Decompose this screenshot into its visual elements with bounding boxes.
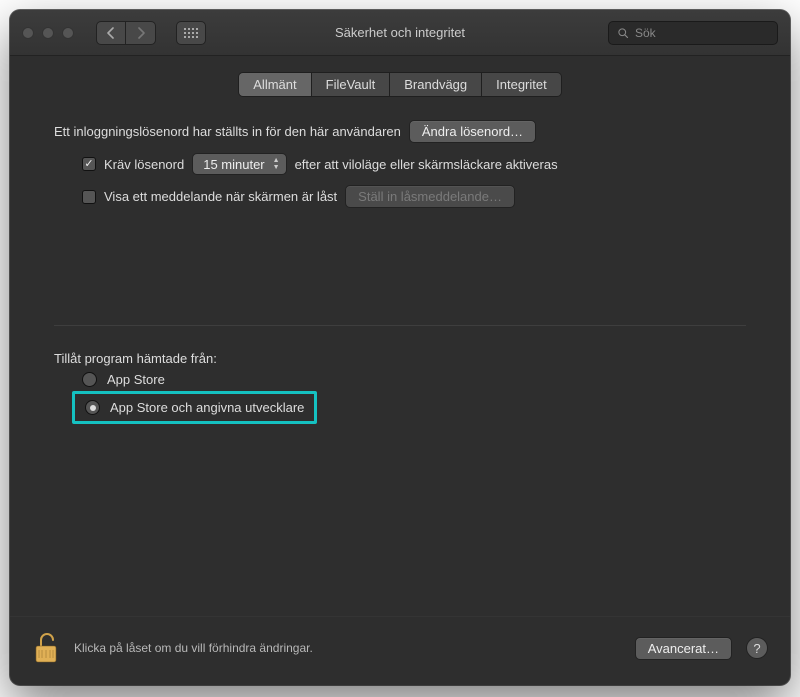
show-all-button[interactable]: [176, 21, 206, 45]
show-message-label: Visa ett meddelande när skärmen är låst: [104, 189, 337, 204]
search-icon: [617, 27, 629, 39]
require-password-checkbox[interactable]: [82, 157, 96, 171]
vspace: [54, 213, 746, 293]
minimize-window-button[interactable]: [42, 27, 54, 39]
require-password-delay-value: 15 minuter: [203, 157, 264, 172]
tab-firewall[interactable]: Brandvägg: [390, 73, 482, 96]
allow-apps-heading: Tillåt program hämtade från:: [54, 351, 217, 366]
search-input[interactable]: [635, 26, 769, 40]
zoom-window-button[interactable]: [62, 27, 74, 39]
titlebar: Säkerhet och integritet: [10, 10, 790, 56]
footer: Klicka på låset om du vill förhindra änd…: [10, 616, 790, 685]
require-password-delay-select[interactable]: 15 minuter ▲▼: [192, 153, 286, 175]
close-window-button[interactable]: [22, 27, 34, 39]
content-area: Allmänt FileVault Brandvägg Integritet E…: [10, 56, 790, 685]
radio-row-appstore: App Store: [54, 368, 746, 391]
tab-general[interactable]: Allmänt: [239, 73, 311, 96]
tab-privacy[interactable]: Integritet: [482, 73, 561, 96]
password-set-row: Ett inloggningslösenord har ställts in f…: [54, 115, 746, 148]
require-password-row: Kräv lösenord 15 minuter ▲▼ efter att vi…: [54, 148, 746, 180]
unlocked-padlock-icon: [32, 631, 60, 665]
show-message-row: Visa ett meddelande när skärmen är låst …: [54, 180, 746, 213]
general-section: Ett inloggningslösenord har ställts in f…: [10, 109, 790, 434]
highlighted-option: App Store och angivna utvecklare: [72, 391, 317, 424]
updown-icon: ▲▼: [273, 158, 280, 171]
radio-identified-label: App Store och angivna utvecklare: [110, 400, 304, 415]
require-password-label: Kräv lösenord: [104, 157, 184, 172]
tabs-row: Allmänt FileVault Brandvägg Integritet: [10, 56, 790, 109]
divider: [54, 325, 746, 326]
nav-buttons: [96, 21, 156, 45]
forward-button[interactable]: [126, 21, 156, 45]
radio-identified-developers[interactable]: [85, 400, 100, 415]
set-lock-message-button[interactable]: Ställ in låsmeddelande…: [345, 185, 515, 208]
tab-segmented-control: Allmänt FileVault Brandvägg Integritet: [238, 72, 561, 97]
traffic-lights: [22, 27, 74, 39]
radio-appstore[interactable]: [82, 372, 97, 387]
chevron-right-icon: [136, 27, 146, 39]
chevron-left-icon: [106, 27, 116, 39]
lock-hint-text: Klicka på låset om du vill förhindra änd…: [74, 641, 313, 655]
preferences-window: Säkerhet och integritet Allmänt FileVaul…: [10, 10, 790, 685]
radio-appstore-label: App Store: [107, 372, 165, 387]
password-set-text: Ett inloggningslösenord har ställts in f…: [54, 124, 401, 139]
change-password-button[interactable]: Ändra lösenord…: [409, 120, 536, 143]
allow-apps-heading-row: Tillåt program hämtade från:: [54, 346, 746, 368]
show-message-checkbox[interactable]: [82, 190, 96, 204]
back-button[interactable]: [96, 21, 126, 45]
lock-button[interactable]: [32, 631, 60, 665]
grid-icon: [184, 28, 198, 38]
require-password-after-label: efter att viloläge eller skärmsläckare a…: [295, 157, 558, 172]
help-button[interactable]: ?: [746, 637, 768, 659]
help-icon: ?: [753, 641, 760, 656]
tab-filevault[interactable]: FileVault: [312, 73, 391, 96]
advanced-button[interactable]: Avancerat…: [635, 637, 732, 660]
search-field[interactable]: [608, 21, 778, 45]
